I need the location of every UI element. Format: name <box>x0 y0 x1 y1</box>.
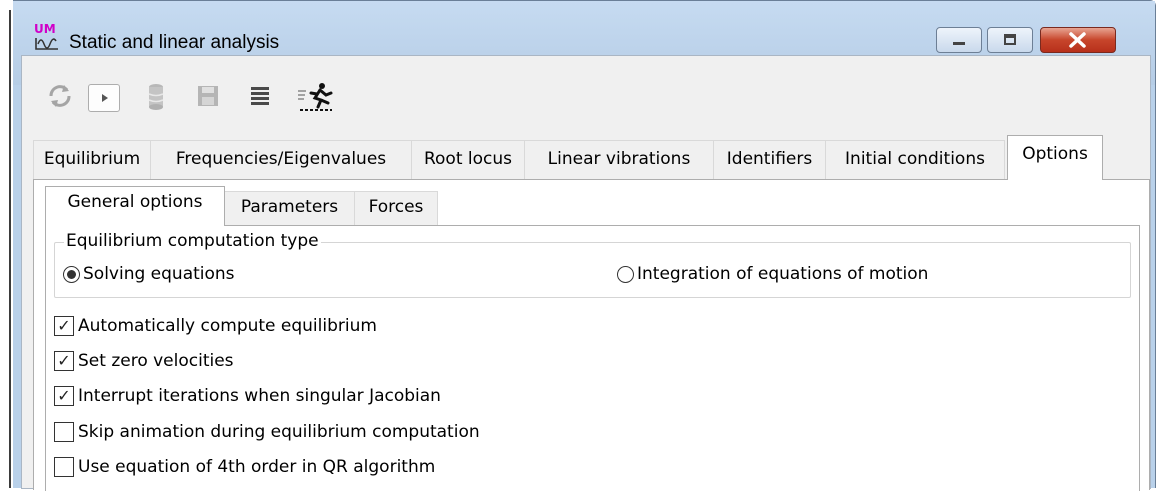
checkbox-label: Skip animation during equilibrium comput… <box>78 422 480 442</box>
checkbox-label: Set zero velocities <box>78 351 234 371</box>
subtab-forces[interactable]: Forces <box>354 191 438 225</box>
checkbox-label: Interrupt iterations when singular Jacob… <box>78 386 441 406</box>
client-area: Equilibrium Frequencies/Eigenvalues Root… <box>21 55 1151 491</box>
running-man-icon[interactable] <box>296 80 334 112</box>
main-tabs: Equilibrium Frequencies/Eigenvalues Root… <box>33 135 1150 180</box>
tab-root-locus[interactable]: Root locus <box>411 140 525 179</box>
subtab-parameters[interactable]: Parameters <box>224 191 355 225</box>
checkbox-box[interactable]: ✓ <box>54 386 74 406</box>
checkbox-auto-compute-equilibrium[interactable]: ✓ Automatically compute equilibrium <box>54 316 377 336</box>
checkbox-label: Use equation of 4th order in QR algorith… <box>78 457 436 477</box>
checkbox-box[interactable]: ✓ <box>54 316 74 336</box>
checkbox-label: Automatically compute equilibrium <box>78 316 377 336</box>
equilibrium-computation-group: Equilibrium computation type Solving equ… <box>54 231 1131 298</box>
checkbox-set-zero-velocities[interactable]: ✓ Set zero velocities <box>54 351 234 371</box>
checkbox-box[interactable] <box>54 457 74 477</box>
play-icon <box>102 94 108 102</box>
tab-options[interactable]: Options <box>1007 135 1103 180</box>
tab-initial-conditions[interactable]: Initial conditions <box>825 140 1005 179</box>
tab-linear-vibrations[interactable]: Linear vibrations <box>524 140 714 179</box>
maximize-button[interactable] <box>987 27 1033 53</box>
refresh-icon[interactable] <box>44 80 76 112</box>
minimize-button[interactable] <box>936 27 982 53</box>
radio-unselected-indicator[interactable] <box>617 265 634 283</box>
radio-label: Solving equations <box>83 264 235 284</box>
radio-label: Integration of equations of motion <box>637 264 929 284</box>
radio-selected-indicator[interactable] <box>63 265 80 283</box>
desktop-edge <box>0 0 13 488</box>
play-button[interactable] <box>88 84 120 112</box>
group-title: Equilibrium computation type <box>64 231 321 251</box>
checkbox-box[interactable] <box>54 422 74 442</box>
database-icon[interactable] <box>140 80 172 112</box>
window-title: Static and linear analysis <box>69 32 280 53</box>
maximize-icon <box>1004 34 1016 45</box>
tab-equilibrium[interactable]: Equilibrium <box>33 140 151 179</box>
checkbox-interrupt-iterations[interactable]: ✓ Interrupt iterations when singular Jac… <box>54 386 441 406</box>
subtab-general-options[interactable]: General options <box>45 186 225 226</box>
close-button[interactable] <box>1040 27 1116 53</box>
close-icon <box>1069 32 1086 48</box>
svg-text:UM: UM <box>34 22 56 36</box>
tab-frequencies-eigenvalues[interactable]: Frequencies/Eigenvalues <box>150 140 412 179</box>
list-icon[interactable] <box>244 80 276 112</box>
um-analysis-icon[interactable]: UM <box>33 21 61 51</box>
tab-identifiers[interactable]: Identifiers <box>713 140 826 179</box>
radio-integration-of-equations[interactable]: Integration of equations of motion <box>617 264 928 284</box>
checkbox-skip-animation[interactable]: Skip animation during equilibrium comput… <box>54 422 480 442</box>
checkbox-box[interactable]: ✓ <box>54 351 74 371</box>
checkbox-4th-order-qr[interactable]: Use equation of 4th order in QR algorith… <box>54 457 435 477</box>
general-options-panel: Equilibrium computation type Solving equ… <box>45 225 1140 491</box>
toolbar <box>22 56 1150 134</box>
radio-solving-equations[interactable]: Solving equations <box>63 264 235 284</box>
save-icon[interactable] <box>192 80 224 112</box>
options-panel: General options Parameters Forces Equili… <box>33 179 1150 491</box>
minimize-icon <box>953 42 965 45</box>
analysis-window: UM Static and linear analysis Equilibriu… <box>13 0 1156 491</box>
